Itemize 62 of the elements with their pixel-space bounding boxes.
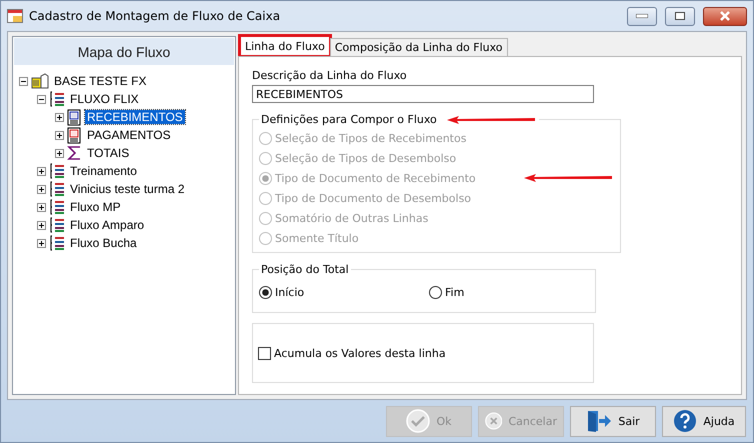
group-title: Definições para Compor o Fluxo	[261, 113, 437, 126]
expand-icon[interactable]	[55, 112, 64, 122]
list-icon	[49, 163, 65, 179]
tab[interactable]: Linha do Fluxo	[240, 36, 330, 56]
tree-item[interactable]: Fluxo Bucha	[68, 236, 139, 250]
tree-item[interactable]: Fluxo MP	[68, 200, 123, 214]
panel-title: Mapa do Fluxo	[13, 37, 235, 66]
close-icon	[719, 11, 731, 21]
field-label: Descrição da Linha do Fluxo	[252, 69, 408, 82]
list-icon	[49, 199, 65, 215]
app-icon	[7, 9, 23, 23]
check-icon	[406, 409, 430, 433]
tree-item[interactable]: TOTAIS	[85, 146, 132, 160]
option-label: Somente Título	[275, 232, 359, 244]
option-label: Tipo de Documento de Desembolso	[275, 192, 472, 204]
tree-item[interactable]: Treinamento	[68, 164, 139, 178]
option-label: Início	[275, 286, 304, 298]
tab[interactable]: Composição da Linha do Fluxo	[330, 38, 508, 56]
minimize-icon	[636, 14, 648, 18]
tree-item[interactable]: BASE TESTE FX	[52, 74, 148, 88]
expand-icon[interactable]	[37, 184, 46, 194]
option-label: Seleção de Tipos de Recebimentos	[275, 132, 466, 144]
tree-item[interactable]: RECEBIMENTOS	[85, 110, 185, 124]
group-title: Posição do Total	[261, 263, 349, 276]
list-icon	[49, 217, 65, 233]
expand-icon[interactable]	[37, 166, 46, 176]
expand-icon[interactable]	[55, 148, 64, 158]
expand-icon[interactable]	[37, 238, 46, 248]
minimize-button[interactable]	[627, 6, 657, 26]
maximize-icon	[675, 12, 685, 20]
radio-button[interactable]	[429, 286, 442, 298]
expand-icon[interactable]	[37, 220, 46, 230]
tree-item[interactable]: Fluxo Amparo	[68, 218, 146, 232]
radio-button[interactable]	[259, 286, 272, 298]
document-icon	[67, 126, 82, 144]
window-title: Cadastro de Montagem de Fluxo de Caixa	[29, 9, 282, 23]
checkbox[interactable]	[258, 346, 271, 360]
list-icon	[49, 235, 65, 251]
list-icon	[49, 181, 65, 197]
sigma-icon	[67, 145, 82, 161]
expand-icon[interactable]	[55, 130, 64, 140]
building-icon	[31, 73, 49, 89]
help-icon	[673, 409, 698, 433]
list-icon	[49, 91, 65, 107]
expand-icon[interactable]	[37, 202, 46, 212]
option-label: Seleção de Tipos de Desembolso	[275, 152, 456, 164]
collapse-icon[interactable]	[19, 76, 28, 86]
action-button[interactable]: Ajuda	[662, 406, 746, 436]
tree-item[interactable]: Vinicius teste turma 2	[68, 182, 186, 196]
document-icon	[67, 108, 82, 126]
action-button[interactable]: Sair	[570, 406, 656, 436]
checkbox-label: Acumula os Valores desta linha	[274, 346, 446, 360]
option-label: Fim	[445, 286, 464, 298]
option-label: Tipo de Documento de Recebimento	[275, 172, 476, 184]
collapse-icon[interactable]	[37, 94, 46, 104]
tree-item[interactable]: PAGAMENTOS	[85, 128, 173, 142]
option-label: Somatório de Outras Linhas	[275, 212, 428, 224]
input-field[interactable]: RECEBIMENTOS	[252, 85, 594, 103]
exit-icon	[586, 409, 612, 433]
maximize-button[interactable]	[665, 6, 695, 26]
tree-item[interactable]: FLUXO FLIX	[68, 92, 141, 106]
close-button[interactable]	[703, 6, 747, 26]
